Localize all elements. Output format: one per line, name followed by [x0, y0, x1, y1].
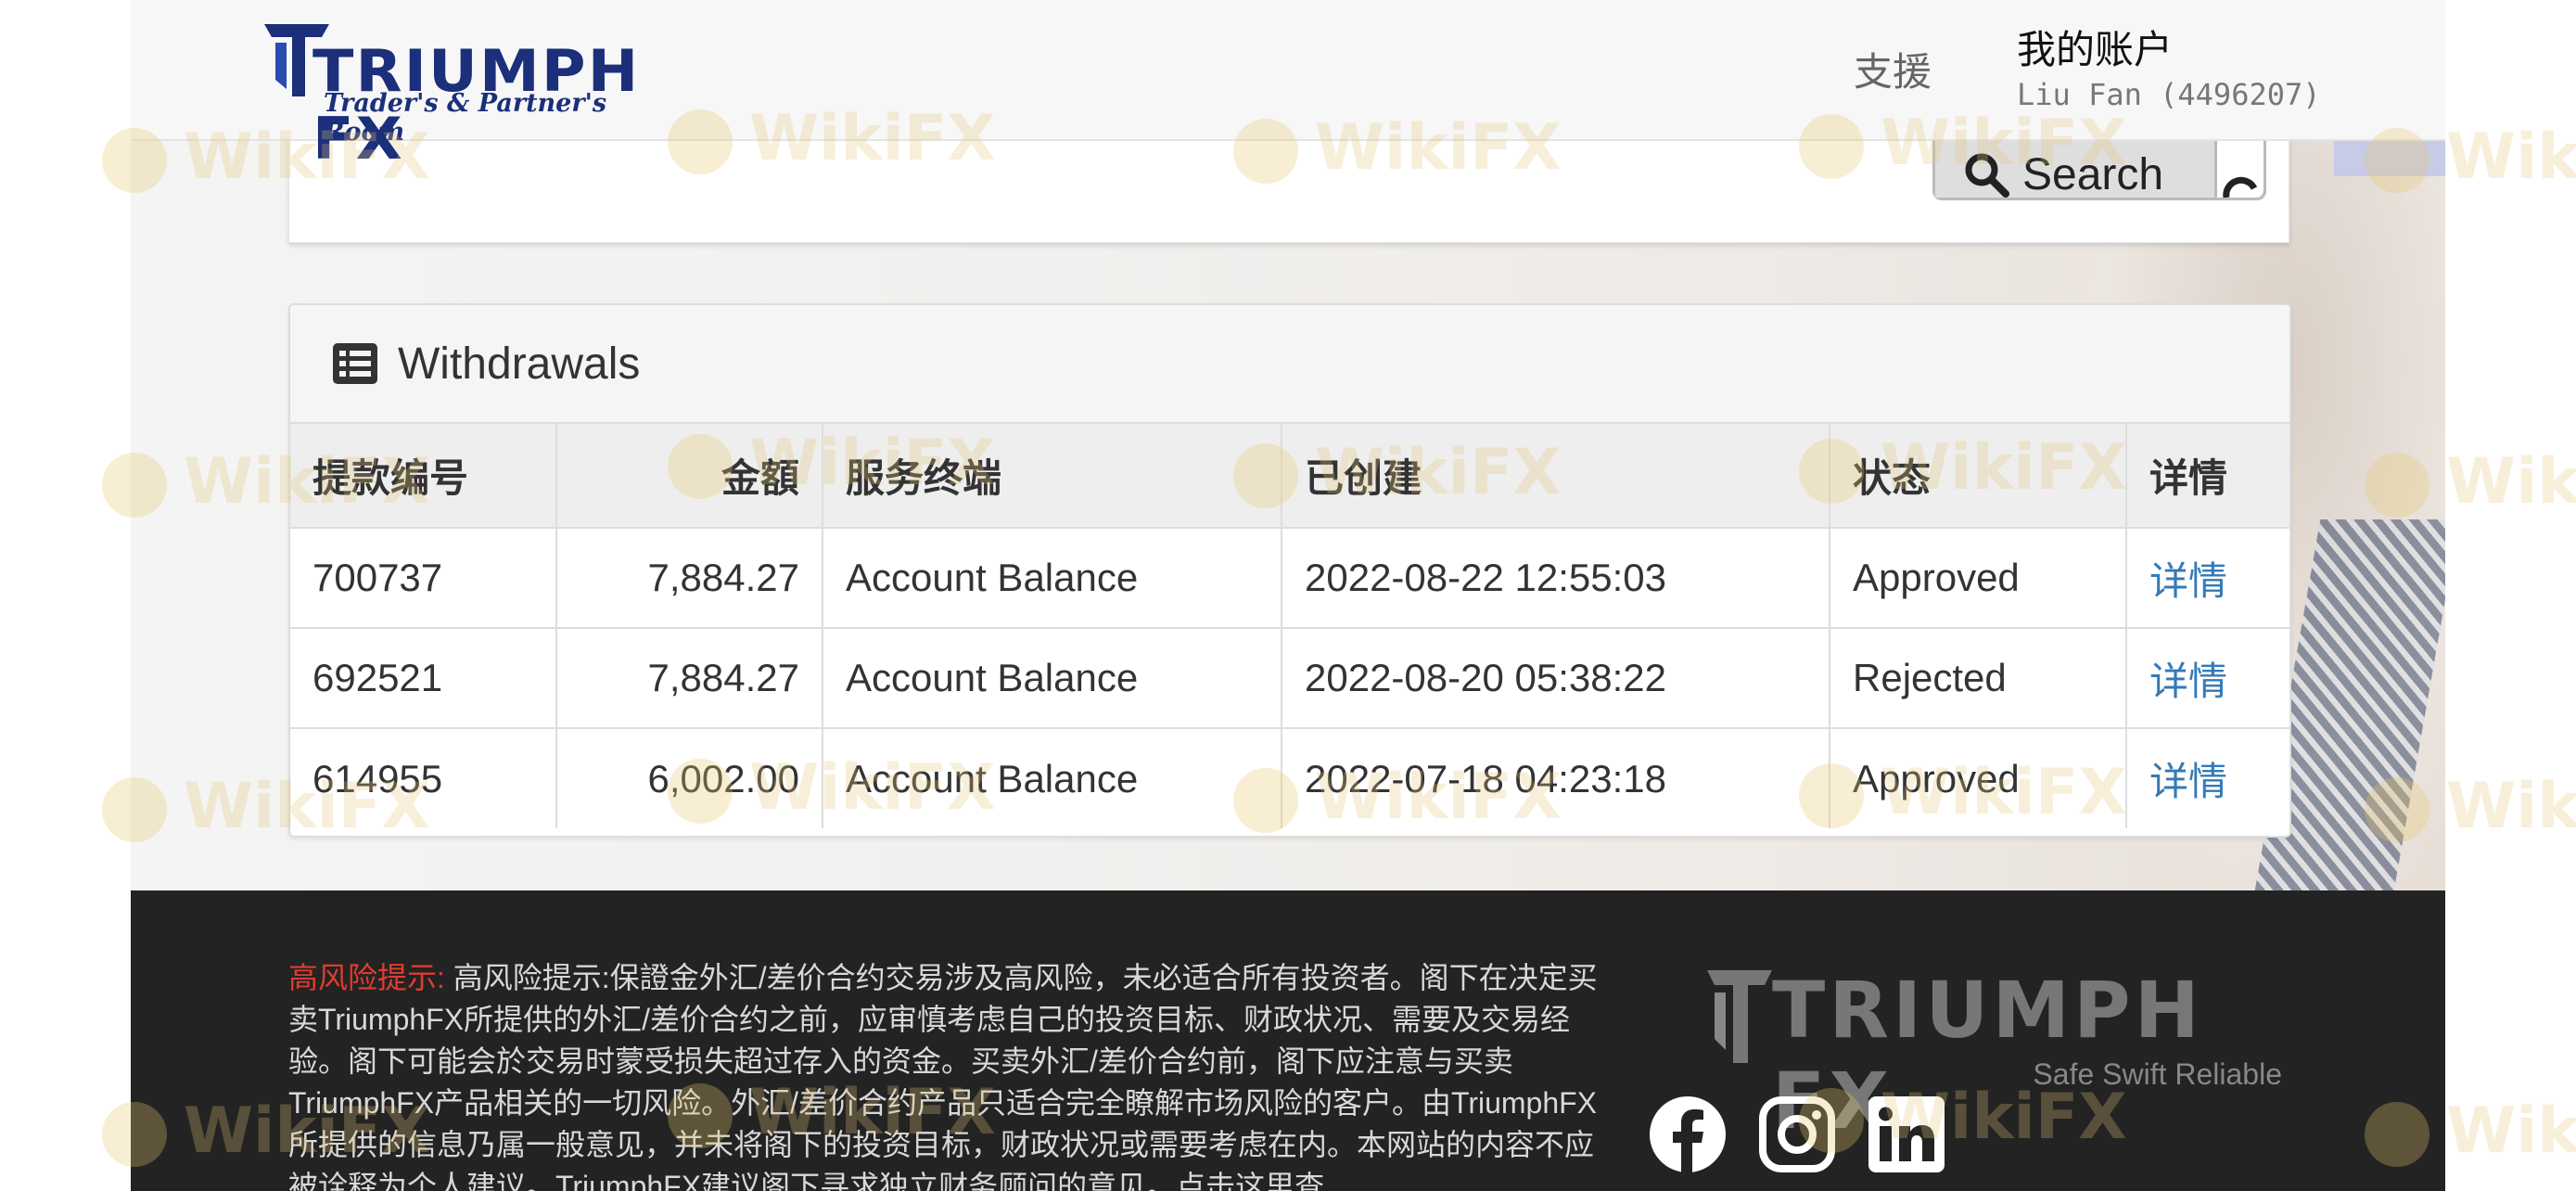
nav-support-link[interactable]: 支援: [1854, 41, 1932, 97]
background-stripe: [2334, 139, 2445, 176]
col-header-status[interactable]: 状态: [1829, 424, 2127, 529]
withdrawals-table: 提款编号 金額 服务终端 已创建 状态 详情 700737 7,884.27 A…: [290, 424, 2289, 828]
withdrawal-created: 2022-08-22 12:55:03: [1281, 527, 1830, 629]
withdrawal-terminal: Account Balance: [822, 727, 1282, 828]
table-row: 692521 7,884.27 Account Balance 2022-08-…: [290, 627, 2289, 729]
search-button-label: Search: [2022, 150, 2164, 199]
col-header-terminal[interactable]: 服务终端: [822, 424, 1282, 529]
withdrawal-id: 692521: [290, 627, 557, 729]
linkedin-icon[interactable]: [1868, 1096, 1945, 1172]
logo-subtitle: Trader's & Partner's Room: [324, 89, 607, 147]
withdrawal-created: 2022-07-18 04:23:18: [1281, 727, 1830, 828]
table-row: 614955 6,002.00 Account Balance 2022-07-…: [290, 727, 2289, 828]
withdrawal-detail-link[interactable]: 详情: [2125, 527, 2289, 629]
risk-warning: 高风险提示: 高风险提示:保證金外汇/差价合约交易涉及高风险，未必适合所有投资者…: [288, 957, 1605, 1191]
col-header-amount[interactable]: 金額: [555, 424, 823, 529]
withdrawal-status: Approved: [1829, 727, 2127, 828]
footer-tagline: Safe Swift Reliable: [2033, 1057, 2282, 1091]
page-frame: TRIUMPH FX Trader's & Partner's Room 支援 …: [131, 0, 2445, 1191]
withdrawal-status: Rejected: [1829, 627, 2127, 729]
table-row: 700737 7,884.27 Account Balance 2022-08-…: [290, 527, 2289, 629]
facebook-icon[interactable]: [1650, 1096, 1726, 1172]
col-header-detail: 详情: [2125, 424, 2289, 529]
withdrawals-panel: Withdrawals 提款编号 金額 服务终端 已创建 状态 详情 70073: [288, 303, 2291, 838]
withdrawal-detail-link[interactable]: 详情: [2125, 727, 2289, 828]
withdrawals-title: Withdrawals: [398, 339, 641, 389]
account-user: Liu Fan (4496207): [2017, 77, 2321, 112]
search-icon: [1965, 153, 2009, 198]
withdrawal-amount: 6,002.00: [555, 727, 823, 828]
col-header-created[interactable]: 已创建: [1281, 424, 1830, 529]
table-header-row: 提款编号 金額 服务终端 已创建 状态 详情: [290, 424, 2289, 529]
withdrawal-status: Approved: [1829, 527, 2127, 629]
risk-warning-text: 高风险提示:保證金外汇/差价合约交易涉及高风险，未必适合所有投资者。阁下在决定买…: [288, 961, 1598, 1191]
site-footer: 高风险提示: 高风险提示:保證金外汇/差价合约交易涉及高风险，未必适合所有投资者…: [131, 890, 2445, 1191]
withdrawal-id: 614955: [290, 727, 557, 828]
risk-warning-label: 高风险提示:: [288, 961, 445, 994]
social-links: [1650, 1096, 1945, 1172]
withdrawal-amount: 7,884.27: [555, 627, 823, 729]
withdrawal-created: 2022-08-20 05:38:22: [1281, 627, 1830, 729]
top-header: TRIUMPH FX Trader's & Partner's Room 支援 …: [131, 0, 2445, 173]
withdrawal-terminal: Account Balance: [822, 527, 1282, 629]
footer-logo: TRIUMPH FX Safe Swift Reliable: [1707, 965, 2282, 1146]
account-menu[interactable]: 我的账户 Liu Fan (4496207): [2017, 19, 2321, 112]
withdrawal-amount: 7,884.27: [555, 527, 823, 629]
list-icon: [333, 343, 377, 384]
footer-logo-icon: [1707, 970, 1772, 1063]
withdrawal-detail-link[interactable]: 详情: [2125, 627, 2289, 729]
withdrawal-id: 700737: [290, 527, 557, 629]
withdrawal-terminal: Account Balance: [822, 627, 1282, 729]
instagram-icon[interactable]: [1759, 1096, 1835, 1172]
account-title: 我的账户: [2017, 28, 2174, 71]
reset-icon: [2223, 176, 2258, 198]
withdrawals-heading: Withdrawals: [290, 305, 2289, 424]
brand-logo[interactable]: TRIUMPH FX Trader's & Partner's Room: [264, 24, 672, 173]
col-header-id[interactable]: 提款编号: [290, 424, 557, 529]
